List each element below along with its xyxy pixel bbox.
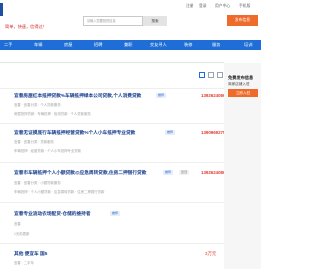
listing-meta: 1天前更新 — [14, 232, 30, 236]
listing-meta: 车辆抵押 · 经营贷款 · 个人小车抵押专业贷款 — [14, 149, 82, 153]
mobile-link[interactable]: 手机版 — [239, 4, 250, 9]
recommend-badge: 推荐 — [156, 93, 167, 98]
recommend-badge: 推荐 — [165, 130, 176, 135]
register-link[interactable]: 注册 — [186, 4, 194, 9]
listing-meta: 宜春 · 宜春分类 · 贷款服务 — [14, 140, 54, 144]
listing-meta: 房屋抵押贷款 · 车辆抵押 · 信用贷款 · 个人贷款服务 — [14, 112, 91, 116]
search-button[interactable]: 搜索 — [143, 16, 167, 26]
main-nav: 二手 车辆 房屋 招聘 兼职 交友寻人 装修 服务 培训 — [0, 40, 261, 50]
nav-item-vehicles[interactable]: 车辆 — [34, 40, 42, 50]
nav-item-training[interactable]: 培训 — [244, 40, 252, 50]
text-view-icon[interactable] — [217, 72, 223, 78]
list-view-icon[interactable] — [208, 72, 214, 78]
login-link[interactable]: 登录 — [199, 4, 207, 9]
site-logo[interactable] — [0, 3, 3, 16]
nav-item-jobs[interactable]: 招聘 — [94, 40, 102, 50]
listing-title[interactable]: 宜春无证摸底行车辆抵押经营贷款%个人小车抵押专业贷款 — [14, 130, 135, 136]
listing-divider — [0, 123, 224, 124]
listing-meta: 宜春 — [14, 222, 21, 226]
listing-divider — [0, 202, 224, 203]
search-input[interactable]: 请输入您要找的信息 — [83, 16, 143, 26]
nav-item-parttime[interactable]: 兼职 — [124, 40, 132, 50]
top-badge: 置顶 — [179, 170, 190, 175]
listing-meta: 宜春 · 二手车 — [14, 261, 34, 265]
nav-item-services[interactable]: 服务 — [212, 40, 220, 50]
listing-price: 3万元 — [205, 251, 217, 256]
site-tagline: 简单，快速，信得过！ — [5, 24, 47, 29]
sidebar-subtitle: 商家店铺入驻 — [228, 82, 250, 86]
sidebar-join-button[interactable]: 立即入驻 — [228, 89, 258, 97]
post-info-button[interactable]: 发布信息 — [227, 15, 258, 26]
filter-divider — [0, 62, 224, 63]
listing-divider — [0, 88, 224, 89]
listing-meta: 宜春 · 宜春分类 · 小额贷款服务 — [14, 181, 61, 185]
listing-divider — [0, 162, 224, 163]
listing-title[interactable]: 宜春房屋红本抵押贷款%车辆抵押绿本公司贷款,个人消费贷款 — [14, 93, 141, 99]
nav-item-secondhand[interactable]: 二手 — [4, 40, 12, 50]
sidebar-title: 免费发布信息 — [228, 75, 254, 80]
recommend-badge: 推荐 — [163, 170, 174, 175]
recommend-badge: 推荐 — [110, 211, 121, 216]
nav-item-housing[interactable]: 房屋 — [64, 40, 72, 50]
nav-item-decoration[interactable]: 装修 — [184, 40, 192, 50]
listing-title[interactable]: 宜春市车辆抵押个人小额贷款@应急周转贷款,住房二押银行贷款 — [14, 170, 146, 176]
grid-view-icon[interactable] — [199, 72, 205, 78]
listing-meta: 宜春 · 宜春分类 · 个人贷款服务 — [14, 103, 61, 107]
user-center-link[interactable]: 用户中心 — [215, 4, 230, 9]
listing-divider — [0, 243, 224, 244]
listing-meta: 车辆抵押 · 个人小额贷款 · 应急周转贷款 · 住房二押银行贷款 — [14, 190, 105, 194]
nav-item-social[interactable]: 交友寻人 — [150, 40, 167, 50]
listing-title[interactable]: 宜春专业流动农场配货·仓储的维持者 — [14, 211, 91, 217]
listing-title[interactable]: 其他 便宜车 国5 — [14, 251, 47, 257]
